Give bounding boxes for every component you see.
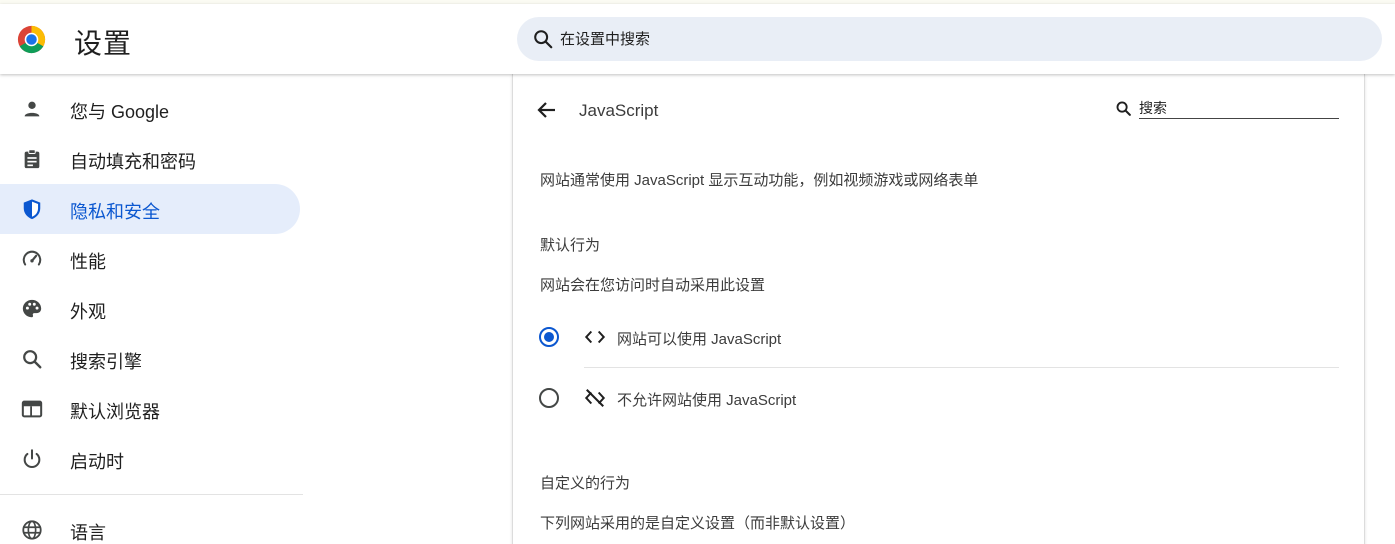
code-icon bbox=[584, 330, 606, 344]
sidebar-item-appearance[interactable]: 外观 bbox=[0, 284, 300, 334]
sidebar-item-label: 外观 bbox=[70, 302, 106, 322]
radio-button-block[interactable] bbox=[539, 388, 559, 408]
sidebar-item-label: 隐私和安全 bbox=[70, 202, 160, 222]
sidebar-item-search-engine[interactable]: 搜索引擎 bbox=[0, 334, 300, 384]
option-divider bbox=[584, 367, 1339, 368]
default-behavior-subtitle: 网站会在您访问时自动采用此设置 bbox=[540, 277, 766, 294]
search-icon bbox=[1116, 101, 1131, 116]
sidebar-item-label: 搜索引擎 bbox=[70, 352, 142, 372]
radio-allow-javascript[interactable]: 网站可以使用 JavaScript bbox=[537, 315, 1339, 359]
back-arrow-icon[interactable] bbox=[535, 98, 559, 122]
default-behavior-heading: 默认行为 bbox=[540, 237, 601, 254]
custom-behavior-heading: 自定义的行为 bbox=[540, 475, 631, 492]
person-icon bbox=[24, 101, 40, 117]
radio-block-javascript[interactable]: 不允许网站使用 JavaScript bbox=[537, 376, 1339, 420]
sidebar-item-languages[interactable]: 语言 bbox=[0, 505, 300, 544]
custom-behavior-subtitle: 下列网站采用的是自定义设置（而非默认设置） bbox=[540, 515, 856, 532]
speedometer-icon bbox=[22, 250, 42, 266]
subpage-title: JavaScript bbox=[579, 101, 659, 120]
code-off-icon bbox=[584, 389, 606, 407]
globe-icon bbox=[22, 520, 42, 540]
option-label: 网站可以使用 JavaScript bbox=[617, 331, 782, 348]
sidebar-item-on-startup[interactable]: 启动时 bbox=[0, 434, 300, 484]
sidebar-item-autofill[interactable]: 自动填充和密码 bbox=[0, 134, 300, 184]
sidebar-item-default-browser[interactable]: 默认浏览器 bbox=[0, 384, 300, 434]
option-label: 不允许网站使用 JavaScript bbox=[617, 392, 797, 409]
clipboard-icon bbox=[24, 149, 40, 169]
sidebar-item-performance[interactable]: 性能 bbox=[0, 234, 300, 284]
browser-window-icon bbox=[21, 400, 43, 418]
sidebar-item-label: 默认浏览器 bbox=[70, 402, 160, 422]
sidebar-divider bbox=[0, 494, 303, 495]
sidebar-item-label: 性能 bbox=[70, 252, 106, 272]
settings-search-box[interactable] bbox=[517, 17, 1382, 61]
sidebar-item-label: 启动时 bbox=[70, 452, 124, 472]
power-icon bbox=[23, 449, 41, 468]
settings-search-input[interactable] bbox=[560, 29, 1340, 49]
subpage-search-input[interactable] bbox=[1139, 98, 1339, 119]
sidebar-item-label: 您与 Google bbox=[70, 102, 170, 122]
sidebar-item-privacy-security[interactable]: 隐私和安全 bbox=[0, 184, 300, 234]
javascript-settings-card: JavaScript 网站通常使用 JavaScript 显示互动功能，例如视频… bbox=[513, 74, 1364, 544]
page-title: 设置 bbox=[74, 28, 133, 59]
settings-sidebar: 您与 Google 自动填充和密码 隐私和安全 性能 外观 搜索引擎 默认浏览器… bbox=[0, 84, 304, 544]
javascript-description: 网站通常使用 JavaScript 显示互动功能，例如视频游戏或网络表单 bbox=[540, 172, 979, 189]
sidebar-item-label: 语言 bbox=[70, 523, 106, 543]
subpage-search[interactable] bbox=[1113, 98, 1339, 120]
shield-icon bbox=[23, 199, 41, 220]
sidebar-item-label: 自动填充和密码 bbox=[70, 152, 196, 172]
radio-button-allow[interactable] bbox=[539, 327, 559, 347]
settings-header: 设置 bbox=[0, 4, 1395, 74]
sidebar-item-you-and-google[interactable]: 您与 Google bbox=[0, 84, 300, 134]
search-icon bbox=[23, 350, 42, 369]
chrome-logo-icon bbox=[17, 25, 46, 54]
palette-icon bbox=[22, 299, 42, 318]
search-icon bbox=[534, 30, 553, 49]
